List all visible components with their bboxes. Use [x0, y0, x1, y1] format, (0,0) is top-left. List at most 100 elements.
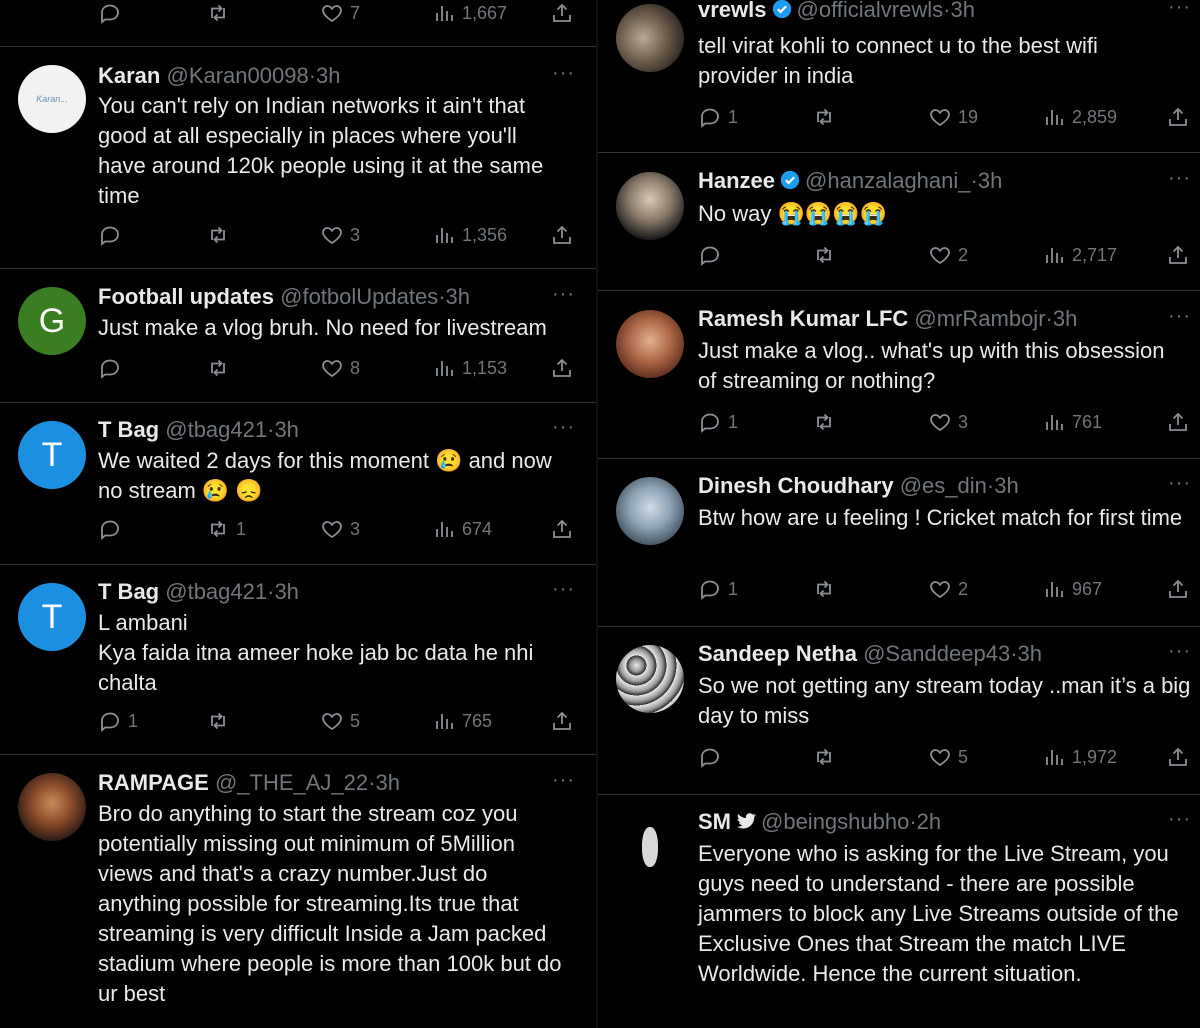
more-options-icon[interactable]: ··· — [552, 578, 575, 601]
author-name[interactable]: T Bag — [98, 579, 159, 604]
author-handle[interactable]: @tbag421 — [165, 417, 267, 442]
reply-button[interactable] — [698, 742, 728, 772]
tweet[interactable]: Karan... Karan @Karan00098·3h ··· You ca… — [0, 46, 596, 269]
author-name[interactable]: RAMPAGE — [98, 770, 209, 795]
retweet-button[interactable] — [812, 102, 842, 132]
like-button[interactable]: 19 — [928, 102, 978, 132]
more-options-icon[interactable]: ··· — [552, 769, 575, 792]
like-button[interactable]: 5 — [928, 742, 968, 772]
author-name[interactable]: vrewls — [698, 0, 767, 22]
share-button[interactable] — [550, 353, 574, 383]
like-button[interactable]: 3 — [320, 220, 360, 250]
views-button[interactable]: 765 — [432, 706, 492, 736]
author-handle[interactable]: @fotbolUpdates — [280, 284, 438, 309]
share-button[interactable] — [1166, 102, 1190, 132]
views-button[interactable]: 1,153 — [432, 353, 507, 383]
author-handle[interactable]: @Karan00098 — [166, 63, 308, 88]
views-button[interactable]: 967 — [1042, 574, 1102, 604]
timestamp[interactable]: 3h — [978, 168, 1002, 193]
reply-button[interactable] — [698, 240, 728, 270]
author-name[interactable]: T Bag — [98, 417, 159, 442]
retweet-button[interactable] — [812, 574, 842, 604]
avatar[interactable] — [18, 773, 86, 841]
timestamp[interactable]: 3h — [274, 417, 298, 442]
author-handle[interactable]: @es_din — [900, 473, 987, 498]
author-name[interactable]: Karan — [98, 63, 160, 88]
like-button[interactable]: 8 — [320, 353, 360, 383]
timestamp[interactable]: 2h — [917, 809, 941, 834]
share-button[interactable] — [550, 706, 574, 736]
timestamp[interactable]: 3h — [1018, 641, 1042, 666]
share-button[interactable] — [550, 220, 574, 250]
share-button[interactable] — [1166, 240, 1190, 270]
share-button[interactable] — [1166, 407, 1190, 437]
tweet[interactable]: Hanzee @hanzalaghani_·3h ··· No way 😭😭😭😭 … — [598, 152, 1200, 291]
tweet[interactable]: Ramesh Kumar LFC @mrRambojr·3h ··· Just … — [598, 290, 1200, 459]
more-options-icon[interactable]: ··· — [552, 62, 575, 85]
retweet-button[interactable] — [206, 220, 236, 250]
share-button[interactable] — [1166, 742, 1190, 772]
share-button[interactable] — [1166, 574, 1190, 604]
timestamp[interactable]: 3h — [1053, 306, 1077, 331]
timestamp[interactable]: 3h — [375, 770, 399, 795]
retweet-button[interactable] — [206, 353, 236, 383]
share-button[interactable] — [550, 514, 574, 544]
like-button[interactable]: 5 — [320, 706, 360, 736]
avatar[interactable] — [616, 813, 684, 881]
avatar[interactable]: G — [18, 287, 86, 355]
tweet[interactable]: vrewls @officialvrewls·3h ··· tell virat … — [598, 0, 1200, 153]
more-options-icon[interactable]: ··· — [1168, 167, 1191, 190]
tweet[interactable]: SM @beingshubho·2h ··· Everyone who is as… — [598, 794, 1200, 1028]
more-options-icon[interactable]: ··· — [1168, 472, 1191, 495]
more-options-icon[interactable]: ··· — [1168, 640, 1191, 663]
author-handle[interactable]: @officialvrewls — [797, 0, 944, 22]
views-button[interactable]: 761 — [1042, 407, 1102, 437]
author-handle[interactable]: @hanzalaghani_ — [805, 168, 970, 193]
timestamp[interactable]: 3h — [316, 63, 340, 88]
author-name[interactable]: Hanzee — [698, 168, 775, 193]
more-options-icon[interactable]: ··· — [1168, 305, 1191, 328]
timestamp[interactable]: 3h — [994, 473, 1018, 498]
tweet[interactable]: T T Bag @tbag421·3h ··· L ambani Kya fai… — [0, 564, 596, 755]
reply-button[interactable] — [98, 353, 128, 383]
tweet[interactable]: RAMPAGE @_THE_AJ_22·3h ··· Bro do anythi… — [0, 754, 596, 1028]
like-button[interactable]: 3 — [320, 514, 360, 544]
avatar[interactable] — [616, 4, 684, 72]
timestamp[interactable]: 3h — [950, 0, 974, 22]
retweet-button[interactable] — [206, 0, 236, 28]
avatar[interactable] — [616, 645, 684, 713]
more-options-icon[interactable]: ··· — [1168, 808, 1191, 831]
reply-button[interactable]: 1 — [698, 407, 738, 437]
avatar[interactable] — [616, 310, 684, 378]
timestamp[interactable]: 3h — [446, 284, 470, 309]
author-name[interactable]: Ramesh Kumar LFC — [698, 306, 908, 331]
author-name[interactable]: Dinesh Choudhary — [698, 473, 894, 498]
views-button[interactable]: 674 — [432, 514, 492, 544]
like-button[interactable]: 7 — [320, 0, 360, 28]
tweet[interactable]: T T Bag @tbag421·3h ··· We waited 2 days… — [0, 402, 596, 565]
like-button[interactable]: 2 — [928, 240, 968, 270]
retweet-button[interactable] — [206, 706, 236, 736]
tweet-partial-top[interactable]: 7 1,667 — [0, 0, 596, 47]
tweet[interactable]: Sandeep Netha @Sanddeep43·3h ··· So we n… — [598, 626, 1200, 795]
views-button[interactable]: 2,717 — [1042, 240, 1117, 270]
author-handle[interactable]: @beingshubho — [761, 809, 909, 834]
author-name[interactable]: SM — [698, 809, 731, 834]
author-name[interactable]: Football updates — [98, 284, 274, 309]
more-options-icon[interactable]: ··· — [552, 283, 575, 306]
more-options-icon[interactable]: ··· — [1168, 0, 1191, 19]
views-button[interactable]: 1,667 — [432, 0, 507, 28]
avatar[interactable]: T — [18, 421, 86, 489]
author-handle[interactable]: @tbag421 — [165, 579, 267, 604]
retweet-button[interactable] — [812, 407, 842, 437]
views-button[interactable]: 1,356 — [432, 220, 507, 250]
views-button[interactable]: 2,859 — [1042, 102, 1117, 132]
more-options-icon[interactable]: ··· — [552, 416, 575, 439]
tweet[interactable]: G Football updates @fotbolUpdates·3h ···… — [0, 268, 596, 403]
author-handle[interactable]: @Sanddeep43 — [863, 641, 1010, 666]
avatar[interactable] — [616, 477, 684, 545]
author-handle[interactable]: @mrRambojr — [914, 306, 1045, 331]
retweet-button[interactable] — [812, 240, 842, 270]
views-button[interactable]: 1,972 — [1042, 742, 1117, 772]
reply-button[interactable] — [98, 0, 128, 28]
